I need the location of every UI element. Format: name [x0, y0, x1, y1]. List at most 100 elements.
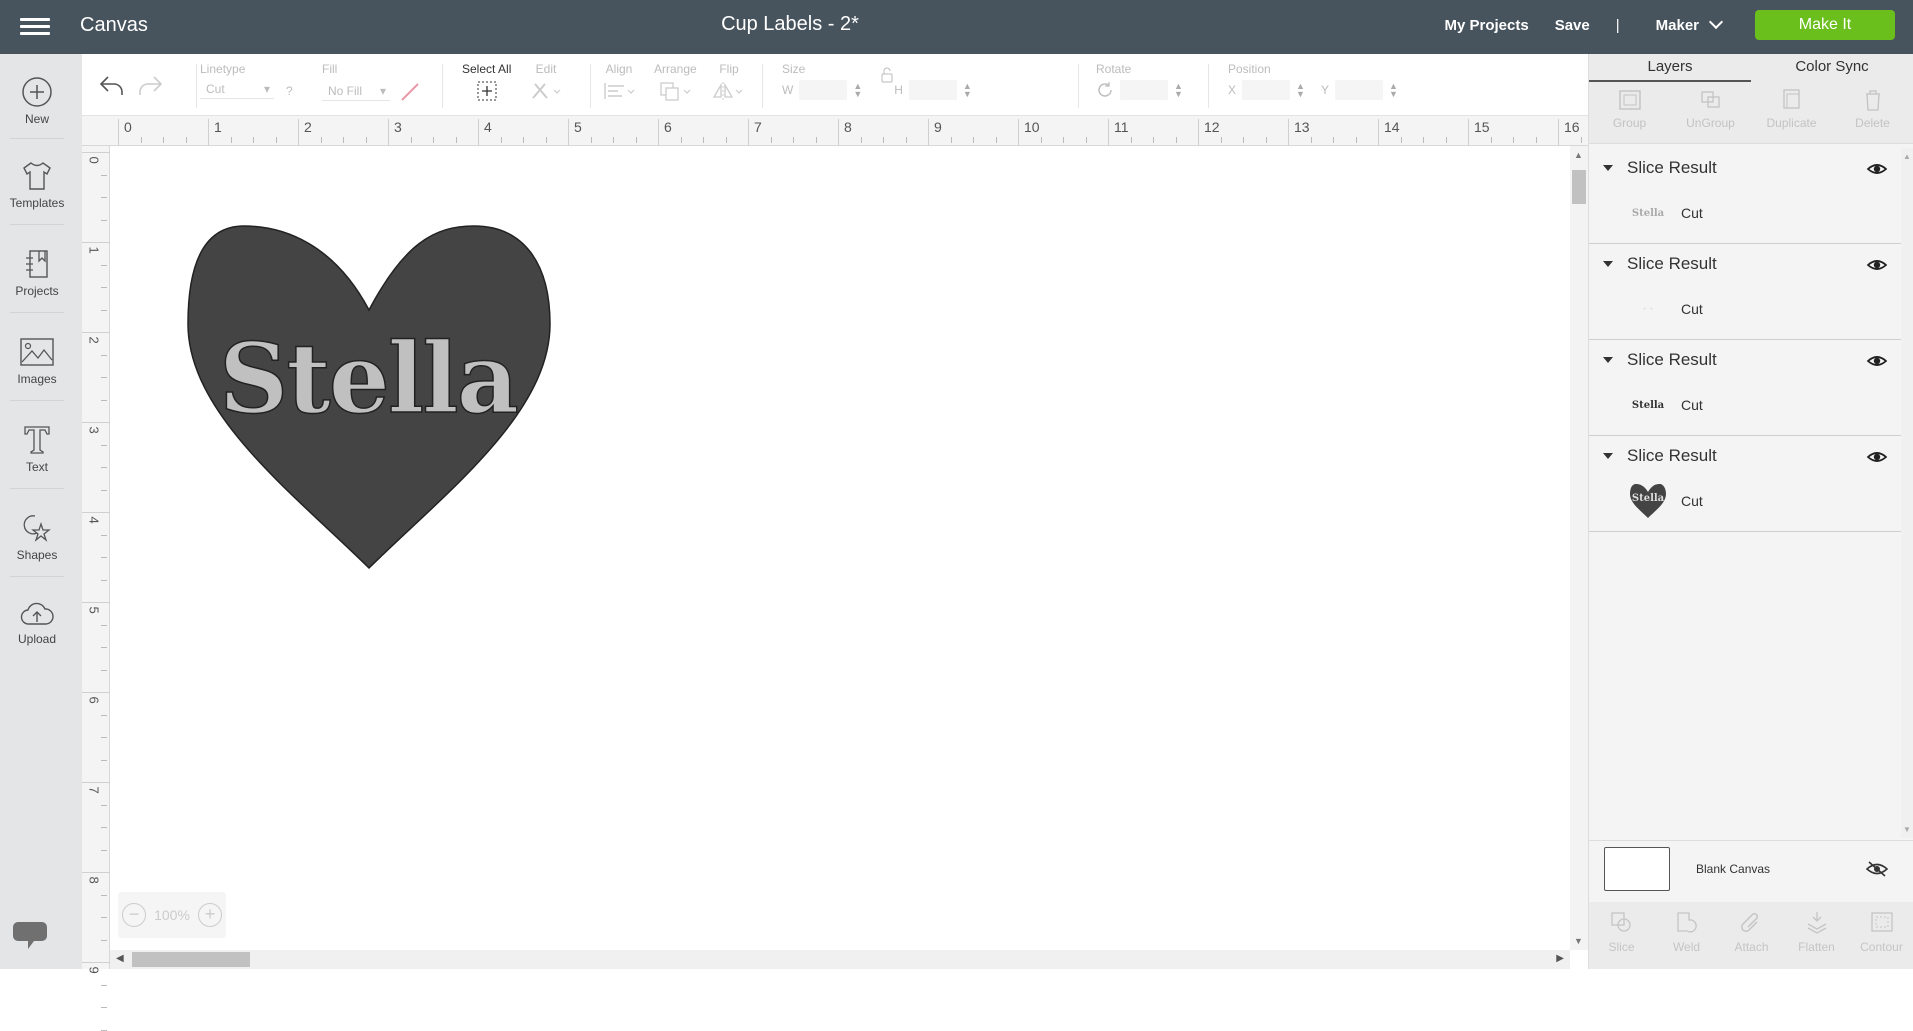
linetype-help-icon[interactable]: ?	[286, 84, 293, 98]
rotate-stepper[interactable]: ▲ ▼	[1174, 82, 1183, 99]
scroll-right-icon[interactable]: ▶	[1556, 953, 1564, 964]
ungroup-button[interactable]: UnGroup	[1670, 82, 1751, 143]
lock-icon[interactable]	[880, 67, 894, 83]
horizontal-scrollbar[interactable]: ◀ ▶	[110, 950, 1570, 969]
vertical-scrollbar[interactable]: ▲ ▼	[1570, 146, 1588, 950]
slice-button[interactable]: Slice	[1589, 902, 1654, 969]
x-stepper[interactable]: ▲ ▼	[1296, 82, 1305, 99]
layer-item[interactable]: Slice Result Stella Cut	[1589, 436, 1901, 532]
scroll-down-icon[interactable]: ▼	[1903, 825, 1911, 834]
horizontal-ruler: 0 1 2 3 4 5 6 7 8 9 10 11 12 13 14 15 16	[82, 116, 1627, 146]
select-all-button[interactable]: Select All	[462, 62, 511, 105]
height-input[interactable]	[908, 80, 957, 100]
ruler-tick	[101, 309, 107, 311]
delete-button[interactable]: Delete	[1832, 82, 1913, 143]
sidebar-item-images[interactable]: Images	[0, 336, 74, 386]
undo-icon[interactable]	[98, 74, 126, 98]
layers-scrollbar[interactable]: ▲ ▼	[1901, 148, 1913, 838]
scroll-up-icon[interactable]: ▲	[1903, 152, 1911, 161]
attach-button[interactable]: Attach	[1719, 902, 1784, 969]
scroll-up-icon[interactable]: ▲	[1574, 150, 1583, 160]
tab-layers[interactable]: Layers	[1589, 54, 1751, 82]
sidebar-item-new[interactable]: New	[0, 76, 74, 126]
scroll-down-icon[interactable]: ▼	[1574, 936, 1583, 946]
design-canvas[interactable]: Stella	[110, 146, 1570, 950]
sidebar-divider	[10, 138, 64, 139]
machine-select[interactable]: Maker	[1656, 14, 1724, 34]
collapse-triangle-icon[interactable]	[1603, 357, 1613, 363]
sidebar-item-templates[interactable]: Templates	[0, 160, 74, 210]
layer-row[interactable]: Stella Cut	[1627, 390, 1703, 420]
y-input[interactable]	[1334, 80, 1383, 100]
layer-row[interactable]: · · Cut	[1627, 294, 1703, 324]
ruler-tick	[101, 264, 107, 266]
zoom-in-icon[interactable]: +	[197, 903, 222, 927]
sidebar-item-upload[interactable]: Upload	[0, 600, 74, 646]
redo-icon[interactable]	[136, 74, 164, 98]
scroll-left-icon[interactable]: ◀	[116, 953, 124, 964]
save-button[interactable]: Save	[1555, 17, 1590, 34]
layer-header[interactable]: Slice Result	[1603, 350, 1717, 370]
layer-header[interactable]: Slice Result	[1603, 446, 1717, 466]
layer-name: Slice Result	[1627, 254, 1717, 273]
layer-row[interactable]: Stella Cut	[1627, 484, 1703, 518]
heart-design[interactable]: Stella	[184, 224, 554, 572]
my-projects-link[interactable]: My Projects	[1444, 17, 1528, 34]
arrange-button[interactable]: Arrange	[654, 62, 697, 105]
group-button[interactable]: Group	[1589, 82, 1670, 143]
eye-visible-icon[interactable]	[1866, 450, 1888, 469]
blank-canvas-swatch[interactable]	[1604, 846, 1670, 891]
duplicate-icon	[1782, 89, 1800, 109]
trash-icon	[1865, 90, 1880, 111]
eye-visible-icon[interactable]	[1866, 258, 1888, 277]
contour-button[interactable]: Contour	[1849, 902, 1913, 969]
layer-item[interactable]: Slice Result · · Cut	[1589, 244, 1901, 340]
width-input[interactable]	[799, 80, 848, 100]
layer-item[interactable]: Slice Result Stella Cut	[1589, 340, 1901, 436]
sidebar-item-text[interactable]: Text	[0, 424, 74, 474]
sidebar-item-projects[interactable]: Projects	[0, 248, 74, 298]
ruler-tick	[101, 849, 107, 851]
horizontal-scroll-thumb[interactable]	[132, 952, 250, 967]
duplicate-button[interactable]: Duplicate	[1751, 82, 1832, 143]
vertical-scroll-thumb[interactable]	[1572, 170, 1586, 204]
zoom-out-icon[interactable]: −	[122, 903, 147, 927]
stella-text[interactable]: Stella	[218, 321, 519, 436]
chat-icon[interactable]	[12, 918, 48, 952]
align-button[interactable]: Align	[602, 62, 636, 105]
sidebar-item-shapes[interactable]: Shapes	[0, 512, 74, 562]
x-input[interactable]	[1242, 80, 1291, 100]
eye-visible-icon[interactable]	[1866, 354, 1888, 373]
align-label: Align	[605, 62, 633, 76]
weld-button[interactable]: Weld	[1654, 902, 1719, 969]
no-fill-swatch-icon[interactable]	[400, 82, 420, 102]
eye-visible-icon[interactable]	[1866, 162, 1888, 181]
make-it-button[interactable]: Make It	[1755, 10, 1895, 40]
tab-color-sync[interactable]: Color Sync	[1751, 54, 1913, 82]
flip-button[interactable]: Flip	[712, 62, 746, 105]
collapse-triangle-icon[interactable]	[1603, 453, 1613, 459]
ruler-tick-label: 0	[118, 119, 132, 146]
sidebar-divider	[10, 576, 64, 577]
rotate-input[interactable]	[1120, 80, 1168, 100]
flatten-button[interactable]: Flatten	[1784, 902, 1849, 969]
edit-button[interactable]: Edit	[530, 62, 562, 105]
eye-hidden-icon[interactable]	[1866, 860, 1888, 878]
width-stepper[interactable]: ▲ ▼	[853, 82, 862, 99]
linetype-select[interactable]: Cut ▾	[200, 82, 274, 99]
ruler-tick	[635, 137, 637, 143]
layer-header[interactable]: Slice Result	[1603, 254, 1717, 274]
layer-row[interactable]: Stella Cut	[1627, 198, 1703, 228]
ruler-tick	[163, 137, 164, 143]
ruler-tick-label: 14	[1378, 119, 1400, 146]
layer-header[interactable]: Slice Result	[1603, 158, 1717, 178]
ruler-tick	[101, 894, 107, 896]
attach-label: Attach	[1734, 940, 1769, 954]
layer-item[interactable]: Slice Result Stella Cut	[1589, 148, 1901, 244]
collapse-triangle-icon[interactable]	[1603, 165, 1613, 171]
ruler-tick	[275, 137, 277, 143]
height-stepper[interactable]: ▲ ▼	[963, 82, 972, 99]
y-stepper[interactable]: ▲ ▼	[1389, 82, 1398, 99]
fill-select[interactable]: No Fill ▾	[322, 84, 390, 101]
collapse-triangle-icon[interactable]	[1603, 261, 1613, 267]
